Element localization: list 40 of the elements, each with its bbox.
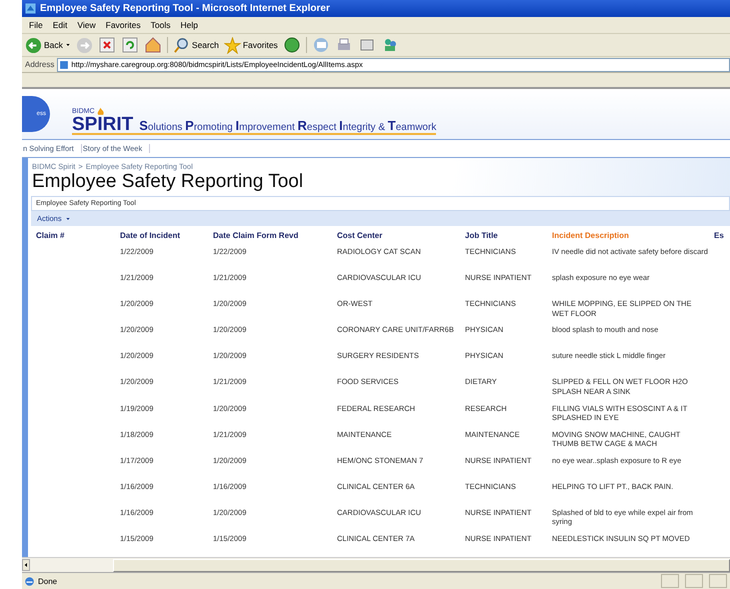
address-label: Address: [25, 60, 54, 69]
star-icon: [224, 36, 241, 54]
favorites-button[interactable]: Favorites: [224, 36, 278, 54]
column-header[interactable]: Date of Incident: [120, 226, 213, 244]
page-icon: [59, 60, 70, 70]
status-text: Done: [38, 576, 58, 586]
column-header[interactable]: Cost Center: [337, 226, 465, 244]
tagline: Solutions Promoting Improvement Respect Integrity & Teamwork: [139, 118, 436, 133]
column-header[interactable]: Claim #: [36, 226, 120, 244]
scroll-left-icon[interactable]: [22, 559, 30, 571]
scrollbar-thumb[interactable]: [113, 558, 730, 572]
menu-item[interactable]: Tools: [148, 20, 174, 30]
menu-item[interactable]: Edit: [50, 20, 70, 30]
refresh-icon[interactable]: [120, 36, 139, 54]
column-header[interactable]: Date Claim Form Revd: [213, 226, 337, 244]
column-header[interactable]: Es: [714, 226, 730, 244]
caret-icon: [64, 216, 71, 222]
browser-icon: [24, 576, 35, 586]
menu-item[interactable]: File: [26, 20, 46, 30]
menu-item[interactable]: Help: [177, 20, 201, 30]
search-button[interactable]: Search: [172, 36, 219, 54]
window-title: Employee Safety Reporting Tool - Microsoft Internet Explorer: [40, 3, 330, 14]
mail-icon[interactable]: [312, 36, 330, 54]
column-header[interactable]: Job Title: [465, 226, 552, 244]
status-pane: [685, 574, 703, 588]
back-button[interactable]: Back: [25, 36, 71, 54]
status-pane: [709, 574, 727, 588]
page-title: Employee Safety Reporting Tool: [31, 171, 304, 194]
home-icon[interactable]: [144, 36, 162, 54]
menu-item[interactable]: Favorites: [102, 20, 144, 30]
search-icon: [172, 36, 190, 54]
browser-icon: [24, 2, 37, 15]
stop-icon[interactable]: [98, 36, 116, 54]
menu-item[interactable]: View: [74, 20, 99, 30]
left-arrow-icon: [23, 562, 30, 568]
flame-icon: [96, 106, 106, 116]
forward-icon[interactable]: [76, 36, 93, 54]
status-pane: [661, 574, 679, 588]
logo: SPIRIT: [72, 116, 134, 133]
caret-icon: [64, 42, 71, 48]
